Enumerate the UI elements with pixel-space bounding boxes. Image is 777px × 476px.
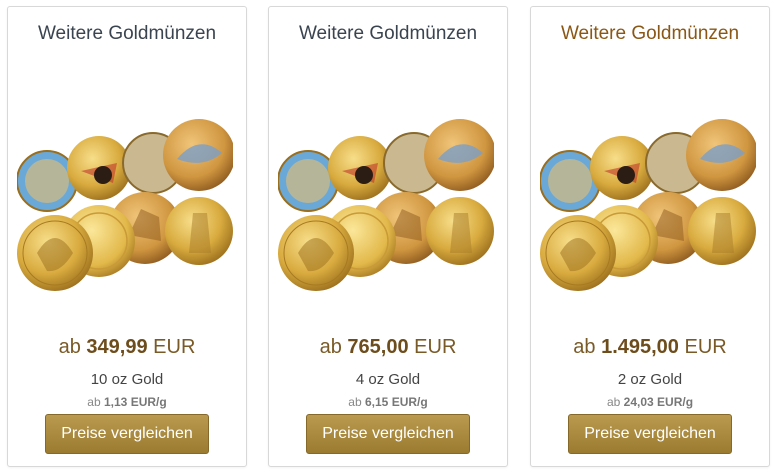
price-per-gram: ab 1,13 EUR/g	[8, 395, 246, 409]
card-title[interactable]: Weitere Goldmünzen	[8, 23, 246, 45]
product-card-2[interactable]: Weitere Goldmünzen ab 765,00 EUR 4 oz Go…	[268, 6, 508, 467]
compare-prices-button[interactable]: Preise vergleichen	[568, 414, 732, 454]
price-prefix: ab	[58, 336, 81, 358]
price-currency: EUR	[684, 336, 727, 358]
per-gram-prefix: ab	[348, 395, 362, 409]
per-gram-prefix: ab	[87, 395, 101, 409]
weight-label: 10 oz Gold	[90, 371, 164, 388]
gold-coins-image[interactable]	[540, 113, 756, 299]
price: ab 1.495,00 EUR	[531, 336, 769, 359]
card-title[interactable]: Weitere Goldmünzen	[531, 23, 769, 45]
per-gram-value: 1,13 EUR/g	[104, 395, 167, 409]
price-currency: EUR	[414, 336, 457, 358]
price-per-gram: ab 24,03 EUR/g	[531, 395, 769, 409]
product-card-3[interactable]: Weitere Goldmünzen ab 1.495,00 EUR 2 oz …	[530, 6, 770, 467]
compare-prices-button[interactable]: Preise vergleichen	[306, 414, 470, 454]
card-title[interactable]: Weitere Goldmünzen	[269, 23, 507, 45]
price-prefix: ab	[319, 336, 342, 358]
price-currency: EUR	[153, 336, 196, 358]
gold-coins-image[interactable]	[278, 113, 494, 299]
product-card-1[interactable]: Weitere Goldmünzen ab 349,99 EUR 10 oz G…	[7, 6, 247, 467]
per-gram-value: 6,15 EUR/g	[365, 395, 428, 409]
compare-prices-button[interactable]: Preise vergleichen	[45, 414, 209, 454]
price-value: 349,99	[86, 336, 148, 358]
price-per-gram: ab 6,15 EUR/g	[269, 395, 507, 409]
price-value: 765,00	[347, 336, 409, 358]
price-value: 1.495,00	[601, 336, 679, 358]
per-gram-value: 24,03 EUR/g	[623, 395, 694, 409]
weight-label: 2 oz Gold	[617, 371, 683, 388]
price-prefix: ab	[573, 336, 596, 358]
price: ab 349,99 EUR	[8, 336, 246, 359]
gold-coins-image[interactable]	[17, 113, 233, 299]
weight-label: 4 oz Gold	[355, 371, 421, 388]
price: ab 765,00 EUR	[269, 336, 507, 359]
per-gram-prefix: ab	[606, 395, 621, 409]
